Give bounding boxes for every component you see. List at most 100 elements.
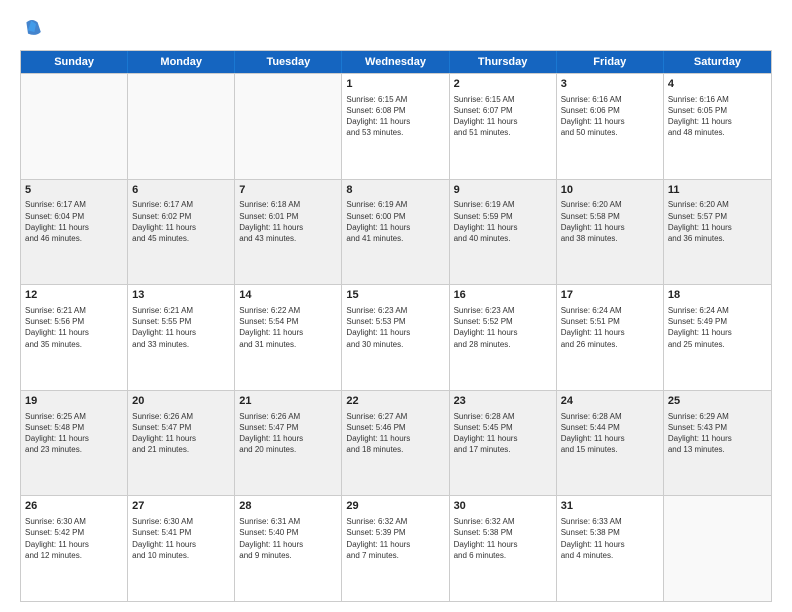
day-number: 3 [561,77,659,92]
cell-info: Sunrise: 6:19 AM Sunset: 5:59 PM Dayligh… [454,199,552,244]
cell-info: Sunrise: 6:17 AM Sunset: 6:02 PM Dayligh… [132,199,230,244]
day-number: 18 [668,288,767,303]
cal-cell-3-7: 18 Sunrise: 6:24 AM Sunset: 5:49 PM Dayli… [664,285,771,390]
day-number: 6 [132,183,230,198]
cal-cell-4-4: 22 Sunrise: 6:27 AM Sunset: 5:46 PM Dayli… [342,391,449,496]
day-number: 7 [239,183,337,198]
cell-info: Sunrise: 6:21 AM Sunset: 5:55 PM Dayligh… [132,305,230,350]
cal-cell-4-1: 19 Sunrise: 6:25 AM Sunset: 5:48 PM Dayli… [21,391,128,496]
cell-info: Sunrise: 6:18 AM Sunset: 6:01 PM Dayligh… [239,199,337,244]
cal-cell-2-3: 7Sunrise: 6:18 AM Sunset: 6:01 PM Daylig… [235,180,342,285]
day-number: 21 [239,394,337,409]
cal-cell-3-6: 17 Sunrise: 6:24 AM Sunset: 5:51 PM Dayli… [557,285,664,390]
calendar-week-3: 12 Sunrise: 6:21 AM Sunset: 5:56 PM Dayli… [21,284,771,390]
cal-cell-5-4: 29Sunrise: 6:32 AM Sunset: 5:39 PM Dayli… [342,496,449,601]
calendar-week-4: 19 Sunrise: 6:25 AM Sunset: 5:48 PM Dayli… [21,390,771,496]
day-number: 28 [239,499,337,514]
cal-cell-5-6: 31Sunrise: 6:33 AM Sunset: 5:38 PM Dayli… [557,496,664,601]
cal-cell-1-3 [235,74,342,179]
cal-cell-2-7: 11Sunrise: 6:20 AM Sunset: 5:57 PM Dayli… [664,180,771,285]
day-header-tuesday: Tuesday [235,51,342,73]
cell-info: Sunrise: 6:16 AM Sunset: 6:06 PM Dayligh… [561,94,659,139]
calendar-week-1: 1 Sunrise: 6:15 AM Sunset: 6:08 PM Daylig… [21,73,771,179]
day-header-sunday: Sunday [21,51,128,73]
day-number: 5 [25,183,123,198]
cell-info: Sunrise: 6:31 AM Sunset: 5:40 PM Dayligh… [239,516,337,561]
day-number: 15 [346,288,444,303]
cell-info: Sunrise: 6:20 AM Sunset: 5:58 PM Dayligh… [561,199,659,244]
cell-info: Sunrise: 6:22 AM Sunset: 5:54 PM Dayligh… [239,305,337,350]
cell-info: Sunrise: 6:29 AM Sunset: 5:43 PM Dayligh… [668,411,767,456]
cal-cell-4-3: 21 Sunrise: 6:26 AM Sunset: 5:47 PM Dayli… [235,391,342,496]
cal-cell-2-1: 5Sunrise: 6:17 AM Sunset: 6:04 PM Daylig… [21,180,128,285]
day-header-monday: Monday [128,51,235,73]
cal-cell-3-1: 12 Sunrise: 6:21 AM Sunset: 5:56 PM Dayli… [21,285,128,390]
calendar-body: 1 Sunrise: 6:15 AM Sunset: 6:08 PM Daylig… [21,73,771,601]
cell-info: Sunrise: 6:15 AM Sunset: 6:08 PM Dayligh… [346,94,444,139]
day-header-thursday: Thursday [450,51,557,73]
day-number: 10 [561,183,659,198]
cal-cell-1-7: 4 Sunrise: 6:16 AM Sunset: 6:05 PM Daylig… [664,74,771,179]
calendar-week-2: 5Sunrise: 6:17 AM Sunset: 6:04 PM Daylig… [21,179,771,285]
cal-cell-5-1: 26 Sunrise: 6:30 AM Sunset: 5:42 PM Dayli… [21,496,128,601]
cal-cell-1-4: 1 Sunrise: 6:15 AM Sunset: 6:08 PM Daylig… [342,74,449,179]
cell-info: Sunrise: 6:16 AM Sunset: 6:05 PM Dayligh… [668,94,767,139]
calendar-week-5: 26 Sunrise: 6:30 AM Sunset: 5:42 PM Dayli… [21,495,771,601]
day-header-saturday: Saturday [664,51,771,73]
cell-info: Sunrise: 6:27 AM Sunset: 5:46 PM Dayligh… [346,411,444,456]
day-number: 9 [454,183,552,198]
logo-icon [20,16,44,40]
cell-info: Sunrise: 6:25 AM Sunset: 5:48 PM Dayligh… [25,411,123,456]
logo [20,16,48,40]
day-number: 14 [239,288,337,303]
cal-cell-4-7: 25 Sunrise: 6:29 AM Sunset: 5:43 PM Dayli… [664,391,771,496]
cal-cell-5-7 [664,496,771,601]
cell-info: Sunrise: 6:23 AM Sunset: 5:53 PM Dayligh… [346,305,444,350]
cell-info: Sunrise: 6:21 AM Sunset: 5:56 PM Dayligh… [25,305,123,350]
day-number: 12 [25,288,123,303]
cell-info: Sunrise: 6:32 AM Sunset: 5:39 PM Dayligh… [346,516,444,561]
header [20,16,772,40]
day-number: 20 [132,394,230,409]
day-number: 1 [346,77,444,92]
day-number: 19 [25,394,123,409]
day-number: 22 [346,394,444,409]
cal-cell-3-3: 14 Sunrise: 6:22 AM Sunset: 5:54 PM Dayli… [235,285,342,390]
cell-info: Sunrise: 6:33 AM Sunset: 5:38 PM Dayligh… [561,516,659,561]
cal-cell-2-5: 9Sunrise: 6:19 AM Sunset: 5:59 PM Daylig… [450,180,557,285]
page: SundayMondayTuesdayWednesdayThursdayFrid… [0,0,792,612]
cal-cell-5-2: 27 Sunrise: 6:30 AM Sunset: 5:41 PM Dayli… [128,496,235,601]
cell-info: Sunrise: 6:30 AM Sunset: 5:42 PM Dayligh… [25,516,123,561]
day-number: 17 [561,288,659,303]
cal-cell-3-5: 16Sunrise: 6:23 AM Sunset: 5:52 PM Dayli… [450,285,557,390]
day-number: 27 [132,499,230,514]
cell-info: Sunrise: 6:17 AM Sunset: 6:04 PM Dayligh… [25,199,123,244]
cell-info: Sunrise: 6:28 AM Sunset: 5:44 PM Dayligh… [561,411,659,456]
cell-info: Sunrise: 6:30 AM Sunset: 5:41 PM Dayligh… [132,516,230,561]
day-header-wednesday: Wednesday [342,51,449,73]
day-number: 13 [132,288,230,303]
cal-cell-3-2: 13 Sunrise: 6:21 AM Sunset: 5:55 PM Dayli… [128,285,235,390]
day-number: 8 [346,183,444,198]
day-number: 4 [668,77,767,92]
calendar: SundayMondayTuesdayWednesdayThursdayFrid… [20,50,772,602]
cal-cell-4-5: 23Sunrise: 6:28 AM Sunset: 5:45 PM Dayli… [450,391,557,496]
cell-info: Sunrise: 6:15 AM Sunset: 6:07 PM Dayligh… [454,94,552,139]
day-header-friday: Friday [557,51,664,73]
cell-info: Sunrise: 6:32 AM Sunset: 5:38 PM Dayligh… [454,516,552,561]
cal-cell-2-4: 8Sunrise: 6:19 AM Sunset: 6:00 PM Daylig… [342,180,449,285]
day-number: 26 [25,499,123,514]
cal-cell-1-5: 2 Sunrise: 6:15 AM Sunset: 6:07 PM Daylig… [450,74,557,179]
cell-info: Sunrise: 6:26 AM Sunset: 5:47 PM Dayligh… [132,411,230,456]
day-number: 2 [454,77,552,92]
cell-info: Sunrise: 6:26 AM Sunset: 5:47 PM Dayligh… [239,411,337,456]
cal-cell-5-3: 28 Sunrise: 6:31 AM Sunset: 5:40 PM Dayli… [235,496,342,601]
cell-info: Sunrise: 6:24 AM Sunset: 5:51 PM Dayligh… [561,305,659,350]
cal-cell-5-5: 30 Sunrise: 6:32 AM Sunset: 5:38 PM Dayli… [450,496,557,601]
cal-cell-2-6: 10Sunrise: 6:20 AM Sunset: 5:58 PM Dayli… [557,180,664,285]
day-number: 25 [668,394,767,409]
cal-cell-4-6: 24 Sunrise: 6:28 AM Sunset: 5:44 PM Dayli… [557,391,664,496]
day-number: 24 [561,394,659,409]
cell-info: Sunrise: 6:24 AM Sunset: 5:49 PM Dayligh… [668,305,767,350]
day-number: 30 [454,499,552,514]
